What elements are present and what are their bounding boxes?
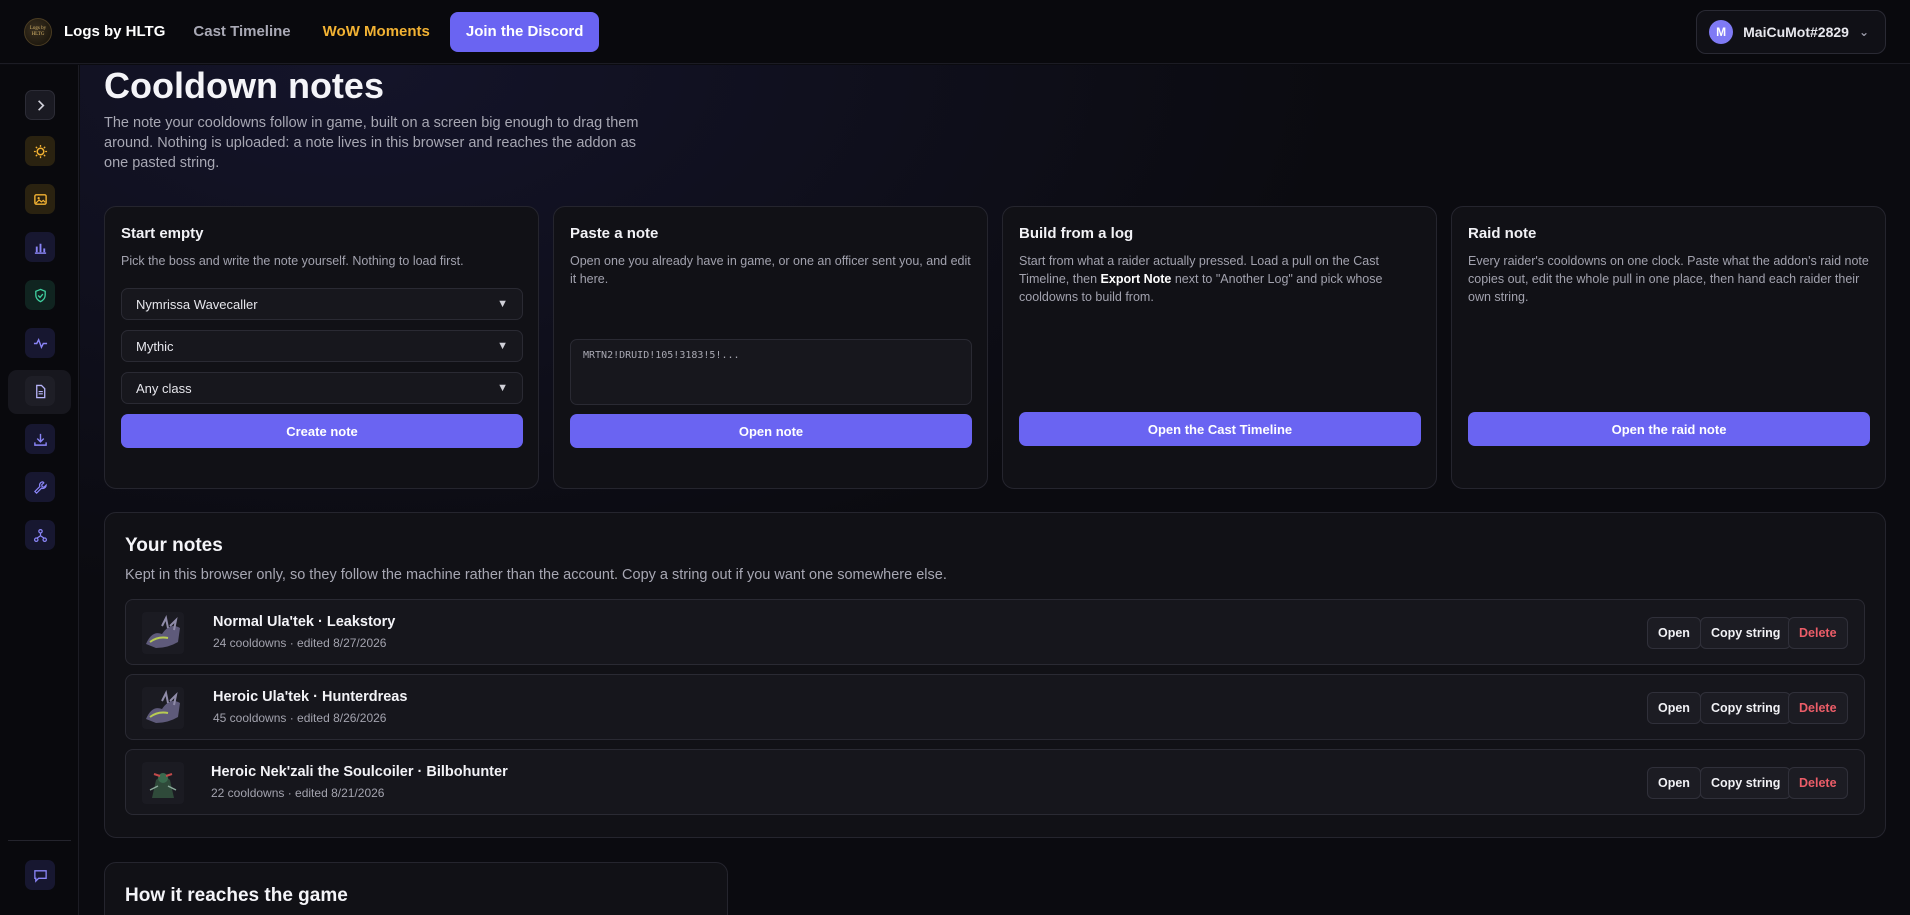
logo-text: Logs by HLTG	[29, 25, 47, 37]
note-meta: 24 cooldowns · edited 8/27/2026	[213, 636, 387, 650]
card-description: Open one you already have in game, or on…	[570, 254, 971, 286]
document-icon[interactable]	[25, 376, 55, 406]
note-string-textarea[interactable]: MRTN2!DRUID!105!3183!5!...	[570, 339, 972, 405]
card-title: Paste a note	[570, 225, 659, 242]
boss-portrait-icon	[142, 687, 184, 729]
copy-string-button[interactable]: Copy string	[1700, 692, 1792, 724]
page-title: Cooldown notes	[104, 65, 384, 106]
hierarchy-icon[interactable]	[25, 520, 55, 550]
note-title: Heroic Ula'tek · Hunterdreas	[213, 689, 408, 705]
chevron-down-icon: ▼	[497, 340, 508, 352]
note-title: Heroic Nek'zali the Soulcoiler · Bilbohu…	[211, 764, 508, 780]
top-navigation-bar: Logs by HLTG Logs by HLTG Cast Timeline …	[0, 0, 1910, 64]
bar-chart-icon[interactable]	[25, 232, 55, 262]
image-icon[interactable]	[25, 184, 55, 214]
boss-portrait-icon	[142, 612, 184, 654]
open-note-row-button[interactable]: Open	[1647, 767, 1701, 799]
delete-note-button[interactable]: Delete	[1788, 767, 1848, 799]
card-description: Start from what a raider actually presse…	[1019, 252, 1420, 306]
brand-name[interactable]: Logs by HLTG	[64, 23, 165, 40]
note-title: Normal Ula'tek · Leakstory	[213, 614, 396, 630]
card-title: Raid note	[1468, 225, 1537, 242]
card-description: Pick the boss and write the note yoursel…	[121, 254, 464, 268]
difficulty-select-value: Mythic	[136, 338, 174, 354]
open-note-row-button[interactable]: Open	[1647, 692, 1701, 724]
main-content: Cooldown notes The note your cooldowns f…	[80, 65, 1910, 915]
how-it-reaches-panel: How it reaches the game	[104, 862, 728, 915]
spark-icon[interactable]	[25, 136, 55, 166]
build-from-log-card: Build from a log Start from what a raide…	[1002, 206, 1437, 489]
user-name: MaiCuMot#2829	[1743, 23, 1849, 40]
boss-select-value: Nymrissa Wavecaller	[136, 296, 258, 312]
join-discord-button[interactable]: Join the Discord	[449, 11, 600, 52]
difficulty-select[interactable]: Mythic ▼	[121, 330, 523, 362]
boss-select[interactable]: Nymrissa Wavecaller ▼	[121, 288, 523, 320]
create-note-button[interactable]: Create note	[121, 414, 523, 448]
class-select-value: Any class	[136, 380, 192, 396]
chat-icon[interactable]	[25, 860, 55, 890]
open-cast-timeline-button[interactable]: Open the Cast Timeline	[1019, 412, 1421, 446]
boss-portrait-icon	[142, 762, 184, 804]
chevron-right-icon[interactable]	[25, 90, 55, 120]
note-meta: 22 cooldowns · edited 8/21/2026	[211, 786, 385, 800]
start-empty-card: Start empty Pick the boss and write the …	[104, 206, 539, 489]
section-title: Your notes	[125, 535, 223, 556]
download-icon[interactable]	[25, 424, 55, 454]
section-description: Kept in this browser only, so they follo…	[125, 567, 947, 583]
chevron-down-icon: ⌄	[1858, 24, 1869, 39]
section-title: How it reaches the game	[125, 885, 348, 906]
note-row[interactable]: Normal Ula'tek · Leakstory 24 cooldowns …	[125, 599, 1865, 665]
wrench-icon[interactable]	[25, 472, 55, 502]
avatar: M	[1709, 19, 1734, 44]
nav-link-wow-moments[interactable]: WoW Moments	[323, 23, 430, 40]
raid-note-card: Raid note Every raider's cooldowns on on…	[1451, 206, 1886, 489]
class-select[interactable]: Any class ▼	[121, 372, 523, 404]
delete-note-button[interactable]: Delete	[1788, 617, 1848, 649]
card-description: Every raider's cooldowns on one clock. P…	[1468, 254, 1869, 304]
user-menu[interactable]: M MaiCuMot#2829 ⌄	[1696, 9, 1886, 54]
paste-note-card: Paste a note Open one you already have i…	[553, 206, 988, 489]
export-note-emphasis: Export Note	[1100, 272, 1172, 286]
pulse-icon[interactable]	[25, 328, 55, 358]
page-subtitle: The note your cooldowns follow in game, …	[104, 115, 639, 171]
card-title: Build from a log	[1019, 225, 1134, 242]
logo[interactable]: Logs by HLTG	[24, 17, 52, 46]
copy-string-button[interactable]: Copy string	[1700, 617, 1792, 649]
note-row[interactable]: Heroic Nek'zali the Soulcoiler · Bilbohu…	[125, 749, 1865, 815]
chevron-down-icon: ▼	[497, 298, 508, 310]
open-raid-note-button[interactable]: Open the raid note	[1468, 412, 1870, 446]
sidebar	[0, 65, 79, 915]
nav-link-cast-timeline[interactable]: Cast Timeline	[193, 23, 290, 40]
note-row[interactable]: Heroic Ula'tek · Hunterdreas 45 cooldown…	[125, 674, 1865, 740]
delete-note-button[interactable]: Delete	[1788, 692, 1848, 724]
copy-string-button[interactable]: Copy string	[1700, 767, 1792, 799]
sidebar-divider	[8, 840, 71, 841]
open-note-button[interactable]: Open note	[570, 414, 972, 448]
note-meta: 45 cooldowns · edited 8/26/2026	[213, 711, 387, 725]
your-notes-panel: Your notes Kept in this browser only, so…	[104, 512, 1886, 838]
chevron-down-icon: ▼	[497, 382, 508, 394]
open-note-row-button[interactable]: Open	[1647, 617, 1701, 649]
card-title: Start empty	[121, 225, 204, 242]
shield-check-icon[interactable]	[25, 280, 55, 310]
